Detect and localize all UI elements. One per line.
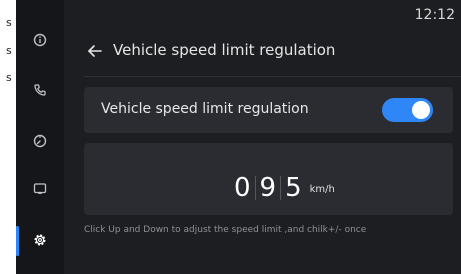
sidebar-item-settings[interactable] [16,223,64,257]
speed-unit: km/h [309,184,335,195]
sidebar-item-phone[interactable] [16,73,64,107]
sidebar-item-gauge[interactable] [16,124,64,158]
speed-limit-toggle-switch[interactable] [382,98,433,122]
main-panel: 12:12 Vehicle speed limit regulation Veh… [64,0,461,274]
speed-digit-tens[interactable]: 9 [256,173,281,203]
status-clock: 12:12 [414,7,455,23]
sidebar [16,0,64,274]
screen-icon [33,183,47,194]
adjust-hint-text: Click Up and Down to adjust the speed li… [84,225,367,235]
gauge-icon [33,134,47,148]
strip-text-3: s [6,71,12,84]
gear-icon [34,234,46,246]
toggle-label: Vehicle speed limit regulation [101,101,309,117]
page-title: Vehicle speed limit regulation [113,41,336,59]
speed-digit-ones[interactable]: 5 [281,173,306,203]
phone-icon [34,84,46,96]
speed-value-card: 0 9 5 km/h [84,143,453,215]
strip-text-2: s [6,44,12,57]
background-window-strip: s s s [0,0,16,274]
sidebar-item-info[interactable] [16,23,64,57]
speed-digit-hundreds[interactable]: 0 [230,173,255,203]
sidebar-item-display[interactable] [16,172,64,206]
speed-limit-toggle-card: Vehicle speed limit regulation [84,87,453,133]
header-divider [84,76,461,77]
speed-digit-display: 0 9 5 km/h [230,171,335,203]
back-arrow-icon[interactable] [86,42,104,60]
strip-text-1: s [6,16,12,29]
toggle-knob [412,101,430,119]
info-icon [33,33,47,47]
